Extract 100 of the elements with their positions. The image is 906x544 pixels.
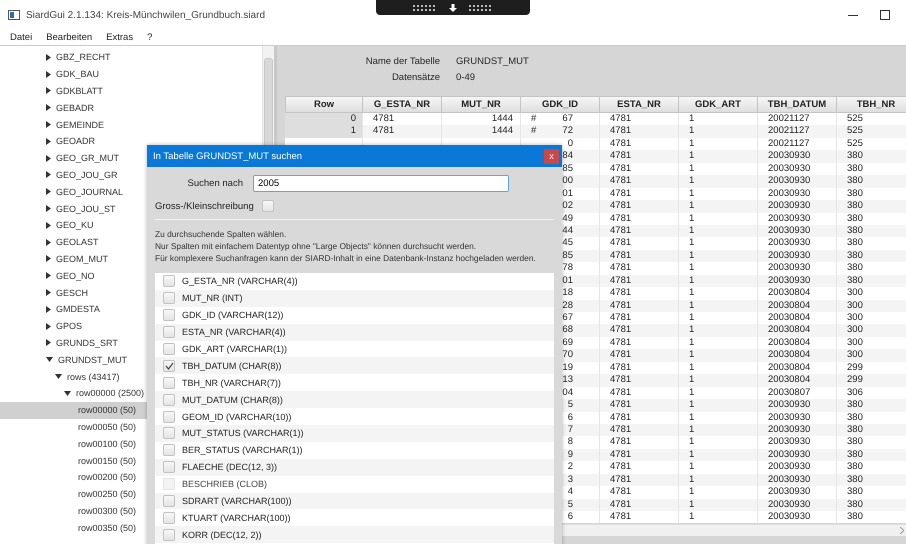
caret-right-icon[interactable] bbox=[46, 188, 51, 196]
download-arrow-icon[interactable] bbox=[449, 4, 457, 12]
caret-right-icon[interactable] bbox=[46, 272, 51, 280]
table-cell: 6 bbox=[568, 412, 573, 424]
checkbox[interactable] bbox=[163, 512, 175, 524]
tree-item[interactable]: GBZ_RECHT bbox=[0, 49, 262, 66]
table-cell: 67 bbox=[562, 312, 573, 324]
checkbox[interactable] bbox=[163, 495, 175, 508]
table-cell: 6 bbox=[568, 511, 573, 524]
table-cell: 45 bbox=[562, 237, 573, 250]
tree-item[interactable]: GEMEINDE bbox=[0, 116, 262, 133]
checkbox[interactable] bbox=[163, 309, 175, 322]
case-sensitivity-label: Gross-/Kleinschreibung bbox=[155, 200, 254, 212]
column-header[interactable]: TBH_NR bbox=[837, 96, 906, 113]
column-header[interactable]: Row bbox=[285, 96, 363, 113]
grip-icon bbox=[469, 4, 493, 10]
checkbox[interactable] bbox=[163, 343, 175, 355]
caret-right-icon[interactable] bbox=[46, 255, 51, 262]
caret-right-icon[interactable] bbox=[46, 138, 51, 145]
column-header[interactable]: GDK_ID bbox=[521, 96, 600, 113]
tree-item[interactable]: GEOADR bbox=[0, 132, 262, 150]
instruction-text: Nur Spalten mit einfachem Datentyp ohne "Large Objects" können durchsucht werden. bbox=[155, 240, 478, 252]
checkbox[interactable] bbox=[163, 360, 175, 372]
caret-right-icon[interactable] bbox=[46, 171, 51, 178]
caret-right-icon[interactable] bbox=[46, 322, 51, 330]
table-cell: 01 bbox=[562, 188, 573, 200]
column-header[interactable]: ESTA_NR bbox=[600, 96, 679, 113]
tree-item[interactable]: GDKBLATT bbox=[0, 82, 262, 100]
close-button[interactable]: x bbox=[544, 148, 559, 164]
caret-right-icon[interactable] bbox=[46, 222, 51, 229]
caret-right-icon[interactable] bbox=[46, 339, 51, 346]
table-cell: 78 bbox=[562, 262, 573, 275]
column-option-label[interactable]: KTUART (VARCHAR(100)) bbox=[182, 512, 291, 523]
menu-item[interactable]: ? bbox=[143, 32, 162, 43]
tree-item[interactable]: GEBADR bbox=[0, 99, 262, 116]
caret-right-icon[interactable] bbox=[46, 104, 51, 112]
checkbox[interactable] bbox=[163, 275, 175, 288]
table-cell: 13 bbox=[562, 374, 573, 387]
checkbox[interactable] bbox=[163, 292, 175, 304]
column-option-label[interactable]: TBH_NR (VARCHAR(7)) bbox=[182, 378, 281, 388]
column-option-label[interactable]: KORR (DEC(12, 2)) bbox=[182, 530, 262, 540]
table-cell: 44 bbox=[562, 224, 573, 238]
caret-right-icon[interactable] bbox=[46, 154, 51, 162]
records-label: Datensätze bbox=[390, 72, 440, 83]
table-cell: 5 bbox=[568, 498, 573, 512]
checkbox[interactable] bbox=[163, 528, 175, 541]
column-option-label[interactable]: ESTA_NR (VARCHAR(4)) bbox=[182, 327, 286, 338]
caret-down-icon[interactable] bbox=[64, 390, 71, 396]
table-cell: 85 bbox=[562, 250, 573, 262]
table-cell: # bbox=[531, 125, 536, 138]
column-option-label[interactable]: BER_STATUS (VARCHAR(1)) bbox=[182, 445, 303, 456]
column-option-label[interactable]: MUT_STATUS (VARCHAR(1)) bbox=[182, 428, 304, 438]
tree-item[interactable]: GDK_BAU bbox=[0, 66, 262, 83]
menu-item[interactable]: Datei bbox=[6, 32, 42, 43]
column-header[interactable]: MUT_NR bbox=[442, 96, 521, 113]
window-title: SiardGui 2.1.134: Kreis-Münchwilen_Grundbuch.siard bbox=[26, 10, 266, 20]
table-cell: 20030930 bbox=[758, 511, 837, 524]
caret-down-icon[interactable] bbox=[46, 357, 53, 362]
menu-item[interactable]: Extras bbox=[102, 32, 144, 43]
caret-right-icon[interactable] bbox=[46, 87, 51, 94]
caret-right-icon[interactable] bbox=[46, 205, 51, 212]
column-option-label[interactable]: GDK_ID (VARCHAR(12)) bbox=[182, 310, 284, 320]
caret-right-icon[interactable] bbox=[46, 54, 51, 61]
caret-right-icon[interactable] bbox=[46, 70, 51, 78]
checkbox[interactable] bbox=[163, 394, 175, 406]
records-value: 0-49 bbox=[456, 72, 476, 83]
table-cell: 1 bbox=[285, 125, 363, 138]
caret-right-icon[interactable] bbox=[46, 306, 51, 313]
checkbox[interactable] bbox=[163, 427, 175, 440]
checkbox[interactable] bbox=[163, 461, 175, 474]
column-option-label[interactable]: G_ESTA_NR (VARCHAR(4)) bbox=[182, 276, 298, 286]
table-name-label: Name der Tabelle bbox=[364, 56, 440, 67]
table-cell: 02 bbox=[562, 200, 573, 213]
table-cell: 85 bbox=[562, 162, 573, 176]
maximize-icon[interactable] bbox=[880, 10, 890, 20]
caret-right-icon[interactable] bbox=[46, 121, 51, 128]
checkbox[interactable] bbox=[163, 326, 175, 338]
remote-toolbar[interactable] bbox=[376, 0, 530, 15]
column-option-label[interactable]: SDRART (VARCHAR(100)) bbox=[182, 496, 292, 506]
instruction-text: Zu durchsuchende Spalten wählen. bbox=[155, 228, 288, 240]
checkbox[interactable] bbox=[262, 200, 274, 212]
table-cell: 3 bbox=[568, 474, 573, 486]
column-header[interactable]: TBH_DATUM bbox=[758, 96, 837, 113]
checkbox[interactable] bbox=[163, 444, 175, 456]
column-header[interactable]: G_ESTA_NR bbox=[363, 96, 442, 113]
column-option-label[interactable]: MUT_NR (INT) bbox=[182, 293, 242, 304]
column-option-label[interactable]: GDK_ART (VARCHAR(1)) bbox=[182, 344, 288, 354]
table-cell: 67 bbox=[562, 113, 573, 126]
table-cell: 0 bbox=[568, 138, 573, 150]
checkbox[interactable] bbox=[163, 410, 175, 423]
column-header[interactable]: GDK_ART bbox=[679, 96, 758, 113]
caret-right-icon[interactable] bbox=[46, 289, 51, 296]
menu-item[interactable]: Bearbeiten bbox=[42, 32, 102, 43]
table-cell: 0 bbox=[285, 113, 363, 126]
checkbox[interactable] bbox=[163, 376, 175, 389]
caret-right-icon[interactable] bbox=[46, 238, 51, 246]
search-field[interactable]: 2005 bbox=[253, 175, 509, 192]
caret-down-icon[interactable] bbox=[55, 374, 62, 380]
column-option-label[interactable]: FLAECHE (DEC(12, 3)) bbox=[182, 462, 278, 472]
column-option-label[interactable]: TBH_DATUM (CHAR(8)) bbox=[182, 360, 282, 371]
